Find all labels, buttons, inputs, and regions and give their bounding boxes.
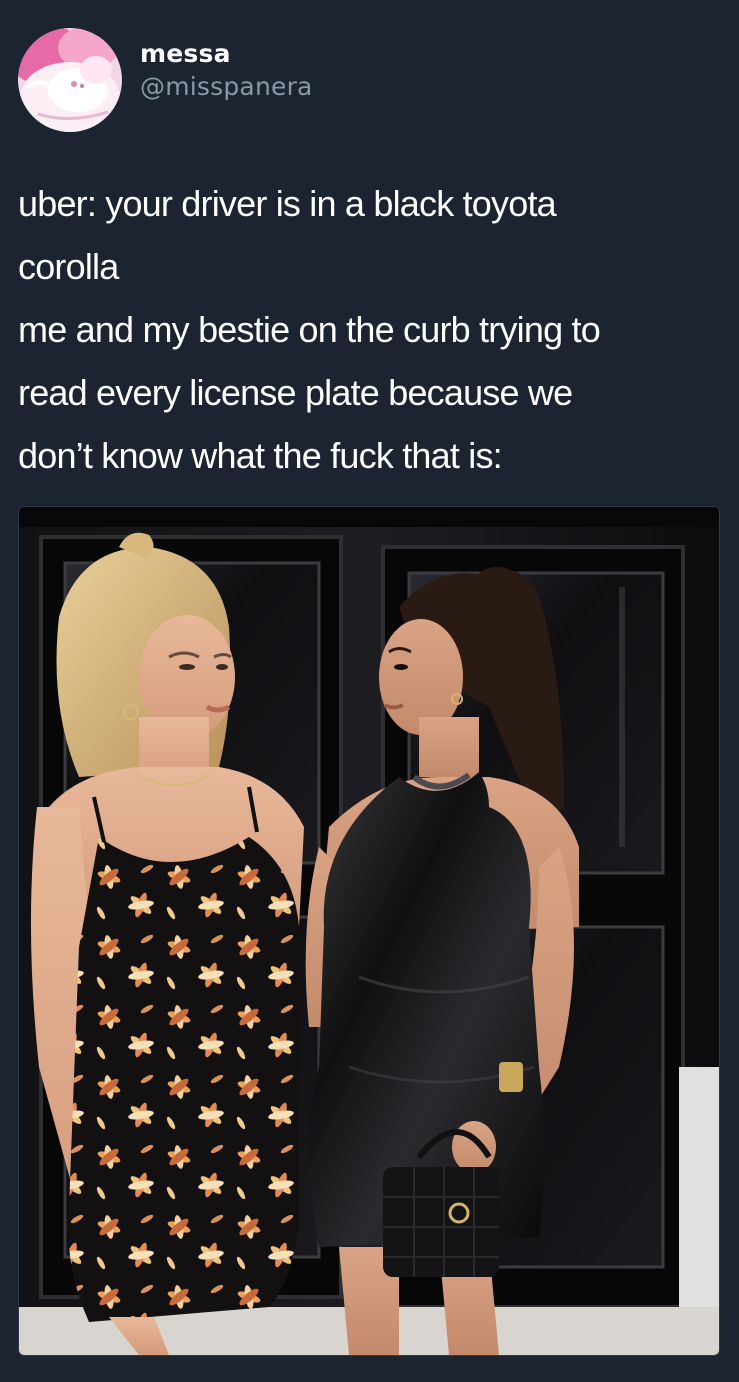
photo-icon	[19, 507, 719, 1355]
tweet-text: uber: your driver is in a black toyota c…	[18, 172, 723, 487]
tweet-text-line: me and my bestie on the curb trying to	[18, 309, 601, 350]
display-name[interactable]: messa	[140, 38, 313, 70]
tweet-card: messa @misspanera uber: your driver is i…	[0, 0, 739, 1382]
user-handle[interactable]: @misspanera	[140, 70, 313, 104]
tweet-text-line: corolla	[18, 246, 119, 287]
tweet-text-line: uber: your driver is in a black toyota	[18, 183, 557, 224]
avatar[interactable]	[18, 28, 122, 132]
tweet-photo[interactable]	[18, 506, 720, 1356]
author-names: messa @misspanera	[140, 38, 313, 104]
avatar-icon	[18, 28, 122, 132]
tweet-header: messa @misspanera	[18, 28, 313, 132]
tweet-text-line: read every license plate because we	[18, 372, 573, 413]
tweet-text-line: don’t know what the fuck that is:	[18, 435, 503, 476]
